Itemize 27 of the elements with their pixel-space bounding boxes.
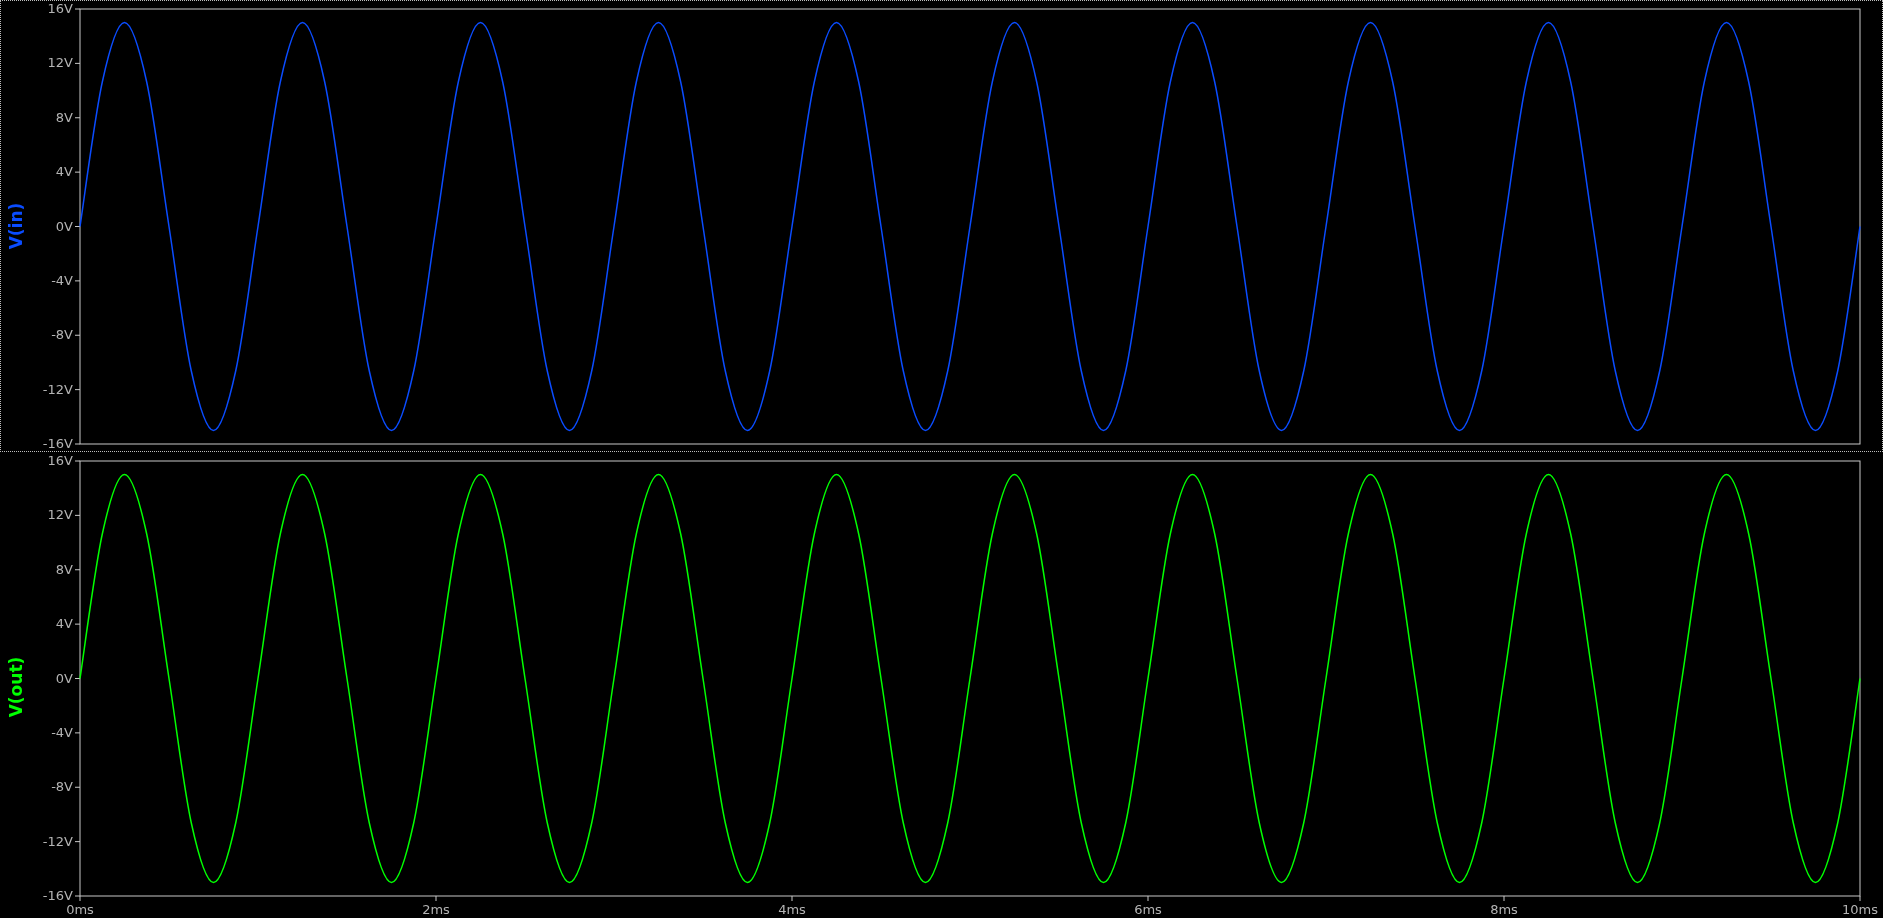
plot-pane[interactable]: V(in) 16V 12V 8V 4V 0V -4V -8V -12V -16V [0, 0, 1883, 452]
y-tick-label: -16V [42, 888, 73, 903]
x-tick-label: 2ms [422, 902, 450, 917]
trace-label[interactable]: V(out) [6, 656, 26, 718]
x-tick-label: 6ms [1134, 902, 1162, 917]
y-tick-label: -8V [51, 779, 73, 795]
x-tick-label: 10ms [1842, 902, 1878, 917]
y-tick-label: -4V [51, 724, 73, 740]
x-tick-label: 4ms [778, 902, 806, 917]
y-tick-label: 16V [47, 453, 73, 468]
y-tick-label: 16V [47, 1, 73, 16]
y-tick-label: 12V [47, 507, 73, 523]
y-tick-label: -4V [51, 272, 73, 288]
y-tick-label: 8V [55, 109, 73, 125]
x-tick-label: 8ms [1490, 902, 1518, 917]
y-tick-label: 0V [55, 670, 73, 686]
y-tick-label: 8V [55, 561, 73, 577]
y-tick-label: -8V [51, 327, 73, 343]
y-tick-label: -12V [42, 833, 73, 849]
y-tick-label: 4V [55, 164, 73, 180]
y-tick-label: -16V [42, 436, 73, 451]
x-tick-label: 0ms [66, 902, 94, 917]
y-tick-label: 4V [55, 616, 73, 632]
plot-pane[interactable]: V(out) 16V 12V 8V 4V 0V -4V -8V -12V -16V 0ms 2ms 4ms 6ms 8ms 10ms [0, 452, 1883, 918]
y-tick-label: -12V [42, 381, 73, 397]
y-tick-label: 12V [47, 55, 73, 71]
y-tick-label: 0V [55, 218, 73, 234]
